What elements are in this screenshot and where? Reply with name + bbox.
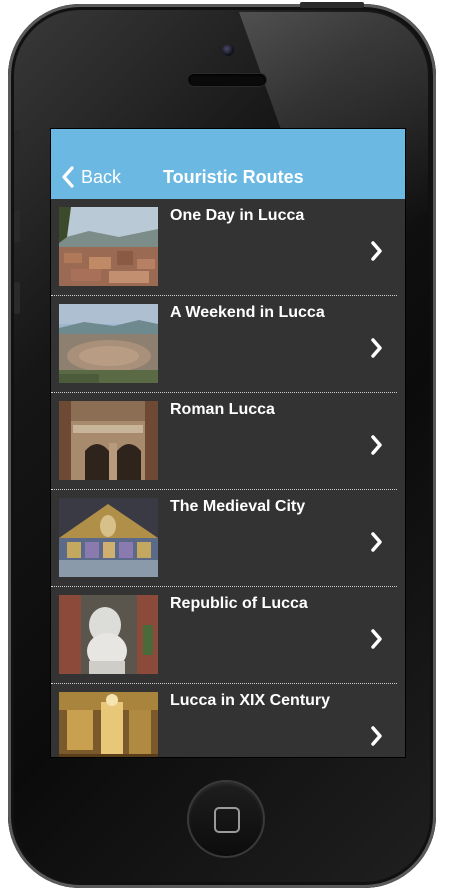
list-item[interactable]: One Day in Lucca <box>51 199 397 296</box>
home-square-icon <box>214 807 240 833</box>
chevron-right-icon <box>371 726 382 746</box>
volume-up-button <box>14 210 20 242</box>
volume-down-button <box>14 282 20 314</box>
lucca-aerial-city-photo <box>59 304 158 383</box>
list-item[interactable]: A Weekend in Lucca <box>51 296 397 393</box>
chevron-right-icon <box>371 338 382 358</box>
chevron-right-icon <box>371 532 382 552</box>
back-label: Back <box>81 166 122 187</box>
chevron-left-icon <box>62 166 74 188</box>
route-title: One Day in Lucca <box>170 207 305 224</box>
routes-list: One Day in Lucca A Weekend in Lucca Roma… <box>51 199 405 757</box>
header-bar: Back Touristic Routes <box>51 129 405 199</box>
home-button[interactable] <box>189 782 263 856</box>
roman-arches-photo <box>59 401 158 480</box>
route-title: The Medieval City <box>170 498 306 515</box>
route-title: Roman Lucca <box>170 401 275 418</box>
list-item[interactable]: Republic of Lucca <box>51 587 397 684</box>
lucca-rooftops-photo <box>59 207 158 286</box>
front-camera <box>222 44 234 56</box>
mute-switch <box>14 130 20 166</box>
list-item[interactable]: Lucca in XIX Century <box>51 684 397 757</box>
app-screen: Back Touristic Routes One Day in Lucca A… <box>50 128 406 758</box>
palace-interior-photo <box>59 692 158 757</box>
chevron-right-icon <box>371 435 382 455</box>
earpiece-speaker <box>188 74 266 86</box>
page-title: Touristic Routes <box>163 167 304 187</box>
chevron-right-icon <box>371 629 382 649</box>
route-title: A Weekend in Lucca <box>170 304 325 321</box>
list-item[interactable]: Roman Lucca <box>51 393 397 490</box>
route-title: Lucca in XIX Century <box>170 692 331 709</box>
church-mosaic-facade-photo <box>59 498 158 577</box>
back-button[interactable]: Back <box>61 163 121 191</box>
power-button <box>300 2 364 8</box>
marble-lion-statue-photo <box>59 595 158 674</box>
chevron-right-icon <box>371 241 382 261</box>
list-item[interactable]: The Medieval City <box>51 490 397 587</box>
route-title: Republic of Lucca <box>170 595 308 612</box>
